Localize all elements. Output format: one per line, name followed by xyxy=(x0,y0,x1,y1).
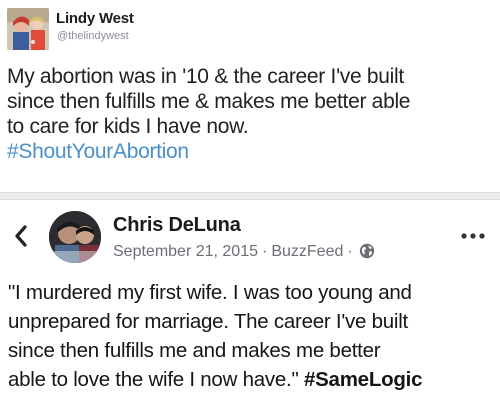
tweet-text-line: since then fulfills me & makes me better… xyxy=(7,90,411,113)
post-card: Chris DeLuna September 21, 2015 · BuzzFeed… xyxy=(0,200,500,400)
globe-icon xyxy=(359,243,375,259)
card-divider xyxy=(0,192,500,200)
post-author-name[interactable]: Chris DeLuna xyxy=(113,214,241,237)
post-text-line: since then fulfills me and makes me bett… xyxy=(8,339,381,362)
tweet-text-line: My abortion was in '10 & the career I've… xyxy=(7,65,404,88)
post-avatar[interactable] xyxy=(49,211,101,263)
tweet-avatar[interactable] xyxy=(7,8,49,50)
tweet-hashtag-link[interactable]: #ShoutYourAbortion xyxy=(7,139,497,164)
post-text-line: able to love the wife I now have." xyxy=(8,368,299,391)
tweet-author-name[interactable]: Lindy West xyxy=(56,10,134,27)
post-meta: September 21, 2015 · BuzzFeed · xyxy=(113,243,375,261)
post-hashtag-link[interactable]: #SameLogic xyxy=(304,368,423,391)
more-dots-icon[interactable] xyxy=(460,228,486,239)
chevron-left-icon[interactable] xyxy=(12,224,30,248)
post-date[interactable]: September 21, 2015 xyxy=(113,243,258,260)
meta-separator: · xyxy=(262,243,268,260)
post-text-line-last: able to love the wife I now have." #Same… xyxy=(8,365,498,394)
tweet-text: My abortion was in '10 & the career I've… xyxy=(7,64,497,164)
post-text-line: "I murdered my first wife. I was too you… xyxy=(8,281,412,304)
tweet-card: Lindy West @thelindywest My abortion was… xyxy=(0,0,500,192)
post-source[interactable]: BuzzFeed xyxy=(271,243,343,260)
post-text: "I murdered my first wife. I was too you… xyxy=(8,278,498,394)
screenshot: Lindy West @thelindywest My abortion was… xyxy=(0,0,500,400)
meta-separator: · xyxy=(347,243,353,260)
post-text-line: unprepared for marriage. The career I've… xyxy=(8,310,408,333)
tweet-author-handle[interactable]: @thelindywest xyxy=(57,30,129,42)
tweet-text-line: to care for kids I have now. xyxy=(7,115,249,138)
